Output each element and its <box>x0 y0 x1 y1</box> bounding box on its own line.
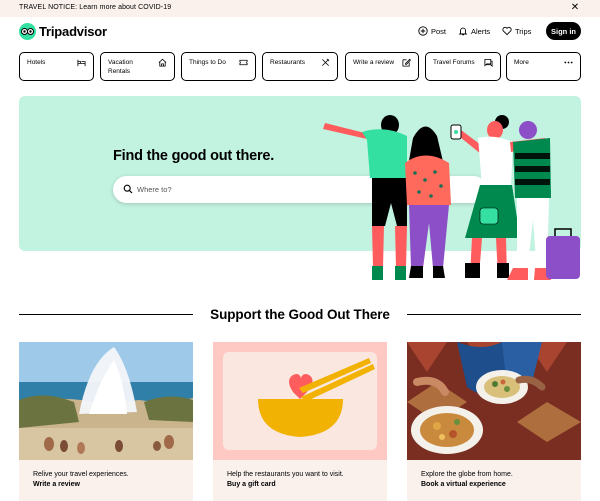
category-things-to-do[interactable]: Things to Do <box>181 52 256 81</box>
search-icon <box>123 184 133 194</box>
category-label: Travel Forums <box>433 59 475 66</box>
category-travel-forums[interactable]: Travel Forums <box>425 52 501 81</box>
bed-icon <box>77 59 86 67</box>
logo-text: Tripadvisor <box>39 24 107 39</box>
travelers-illustration <box>323 115 580 280</box>
card-gift-card[interactable]: Help the restaurants you want to visit. … <box>213 342 387 501</box>
category-label: Hotels <box>27 59 46 66</box>
post-label: Post <box>431 26 447 36</box>
section-divider-right <box>407 314 581 315</box>
pencil-icon <box>402 58 411 67</box>
travel-notice-bar: TRAVEL NOTICE: Learn more about COVID-19… <box>0 0 600 17</box>
logo[interactable]: Tripadvisor <box>19 23 107 40</box>
category-more[interactable]: More <box>506 52 581 81</box>
card-link-book-virtual-experience[interactable]: Book a virtual experience <box>421 481 506 488</box>
trips-button[interactable]: Trips <box>502 26 531 36</box>
alerts-button[interactable]: Alerts <box>458 26 490 36</box>
card-text: Help the restaurants you want to visit. <box>227 471 344 478</box>
travel-notice-link[interactable]: TRAVEL NOTICE: Learn more about COVID-19 <box>19 4 171 11</box>
heart-icon <box>502 26 512 36</box>
sign-in-button[interactable]: Sign in <box>546 22 581 40</box>
beach-waves-image <box>19 342 193 460</box>
utensils-icon <box>322 58 330 66</box>
category-label: More <box>514 59 529 66</box>
category-restaurants[interactable]: Restaurants <box>262 52 338 81</box>
house-icon <box>158 58 167 67</box>
more-dots-icon <box>564 61 573 64</box>
category-label: Things to Do <box>189 59 226 66</box>
category-label: Restaurants <box>270 59 306 66</box>
alerts-label: Alerts <box>471 26 491 36</box>
category-label: Vacation Rentals <box>108 59 133 75</box>
chat-icon <box>484 58 493 67</box>
card-write-review[interactable]: Relive your travel experiences. Write a … <box>19 342 193 501</box>
owl-logo-icon <box>19 23 36 40</box>
category-hotels[interactable]: Hotels <box>19 52 94 81</box>
close-icon[interactable]: ✕ <box>569 2 581 14</box>
category-label: Write a review <box>353 59 395 66</box>
card-link-buy-gift-card[interactable]: Buy a gift card <box>227 481 276 488</box>
card-link-write-review[interactable]: Write a review <box>33 481 80 488</box>
plus-circle-icon <box>418 26 428 36</box>
ticket-icon <box>239 59 248 66</box>
hero-title: Find the good out there. <box>113 148 275 164</box>
bowl-chopsticks-image <box>213 342 387 460</box>
card-text: Explore the globe from home. <box>421 471 513 478</box>
category-vacation-rentals[interactable]: Vacation Rentals <box>100 52 175 81</box>
site-header: Tripadvisor Post Alerts Trips Sign in <box>0 17 600 47</box>
post-button[interactable]: Post <box>418 26 446 36</box>
category-write-a-review[interactable]: Write a review <box>345 52 419 81</box>
food-table-image <box>407 342 581 460</box>
card-virtual-experience[interactable]: Explore the globe from home. Book a virt… <box>407 342 581 501</box>
trips-label: Trips <box>515 26 532 36</box>
bell-icon <box>458 27 468 36</box>
card-text: Relive your travel experiences. <box>33 471 129 478</box>
